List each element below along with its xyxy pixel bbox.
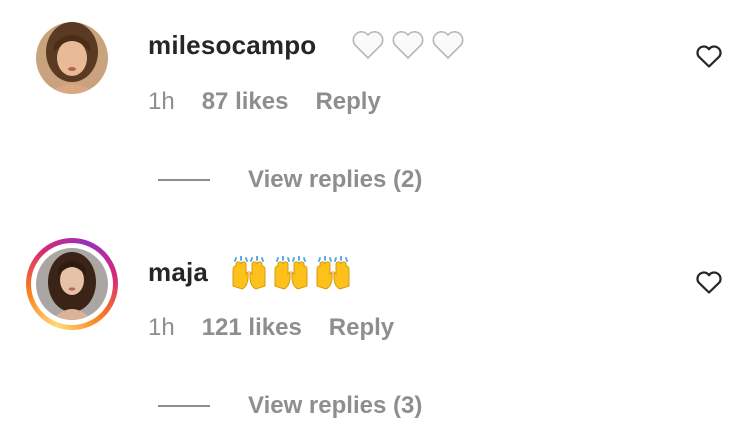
view-replies-button[interactable]: View replies (3): [158, 392, 422, 420]
divider-line: [158, 179, 210, 181]
raising-hands-icon: [274, 256, 308, 290]
comment-meta: 1h 121 likes Reply: [148, 314, 394, 342]
comment-text: [230, 256, 352, 290]
avatar[interactable]: [36, 22, 108, 94]
story-ring[interactable]: [26, 238, 118, 330]
comment-meta: 1h 87 likes Reply: [148, 88, 381, 116]
comment-username[interactable]: milesocampo: [148, 30, 316, 61]
white-heart-icon: [432, 31, 464, 60]
like-heart-icon[interactable]: [695, 269, 723, 295]
view-replies-label[interactable]: View replies (3): [248, 392, 422, 420]
divider-line: [158, 405, 210, 407]
like-heart-icon[interactable]: [695, 43, 723, 69]
raising-hands-icon: [232, 256, 266, 290]
comment-text: [352, 30, 464, 60]
comment-time: 1h: [148, 88, 175, 115]
likes-count[interactable]: 121 likes: [202, 314, 302, 342]
likes-count[interactable]: 87 likes: [202, 88, 289, 116]
avatar-photo: [36, 22, 108, 94]
view-replies-button[interactable]: View replies (2): [158, 166, 422, 194]
white-heart-icon: [392, 31, 424, 60]
raising-hands-icon: [316, 256, 350, 290]
reply-button[interactable]: Reply: [315, 88, 380, 116]
reply-button[interactable]: Reply: [329, 314, 394, 342]
avatar[interactable]: [36, 248, 108, 320]
comment-time: 1h: [148, 314, 175, 341]
avatar-photo: [36, 248, 108, 320]
view-replies-label[interactable]: View replies (2): [248, 166, 422, 194]
white-heart-icon: [352, 31, 384, 60]
comment-username[interactable]: maja: [148, 257, 208, 288]
